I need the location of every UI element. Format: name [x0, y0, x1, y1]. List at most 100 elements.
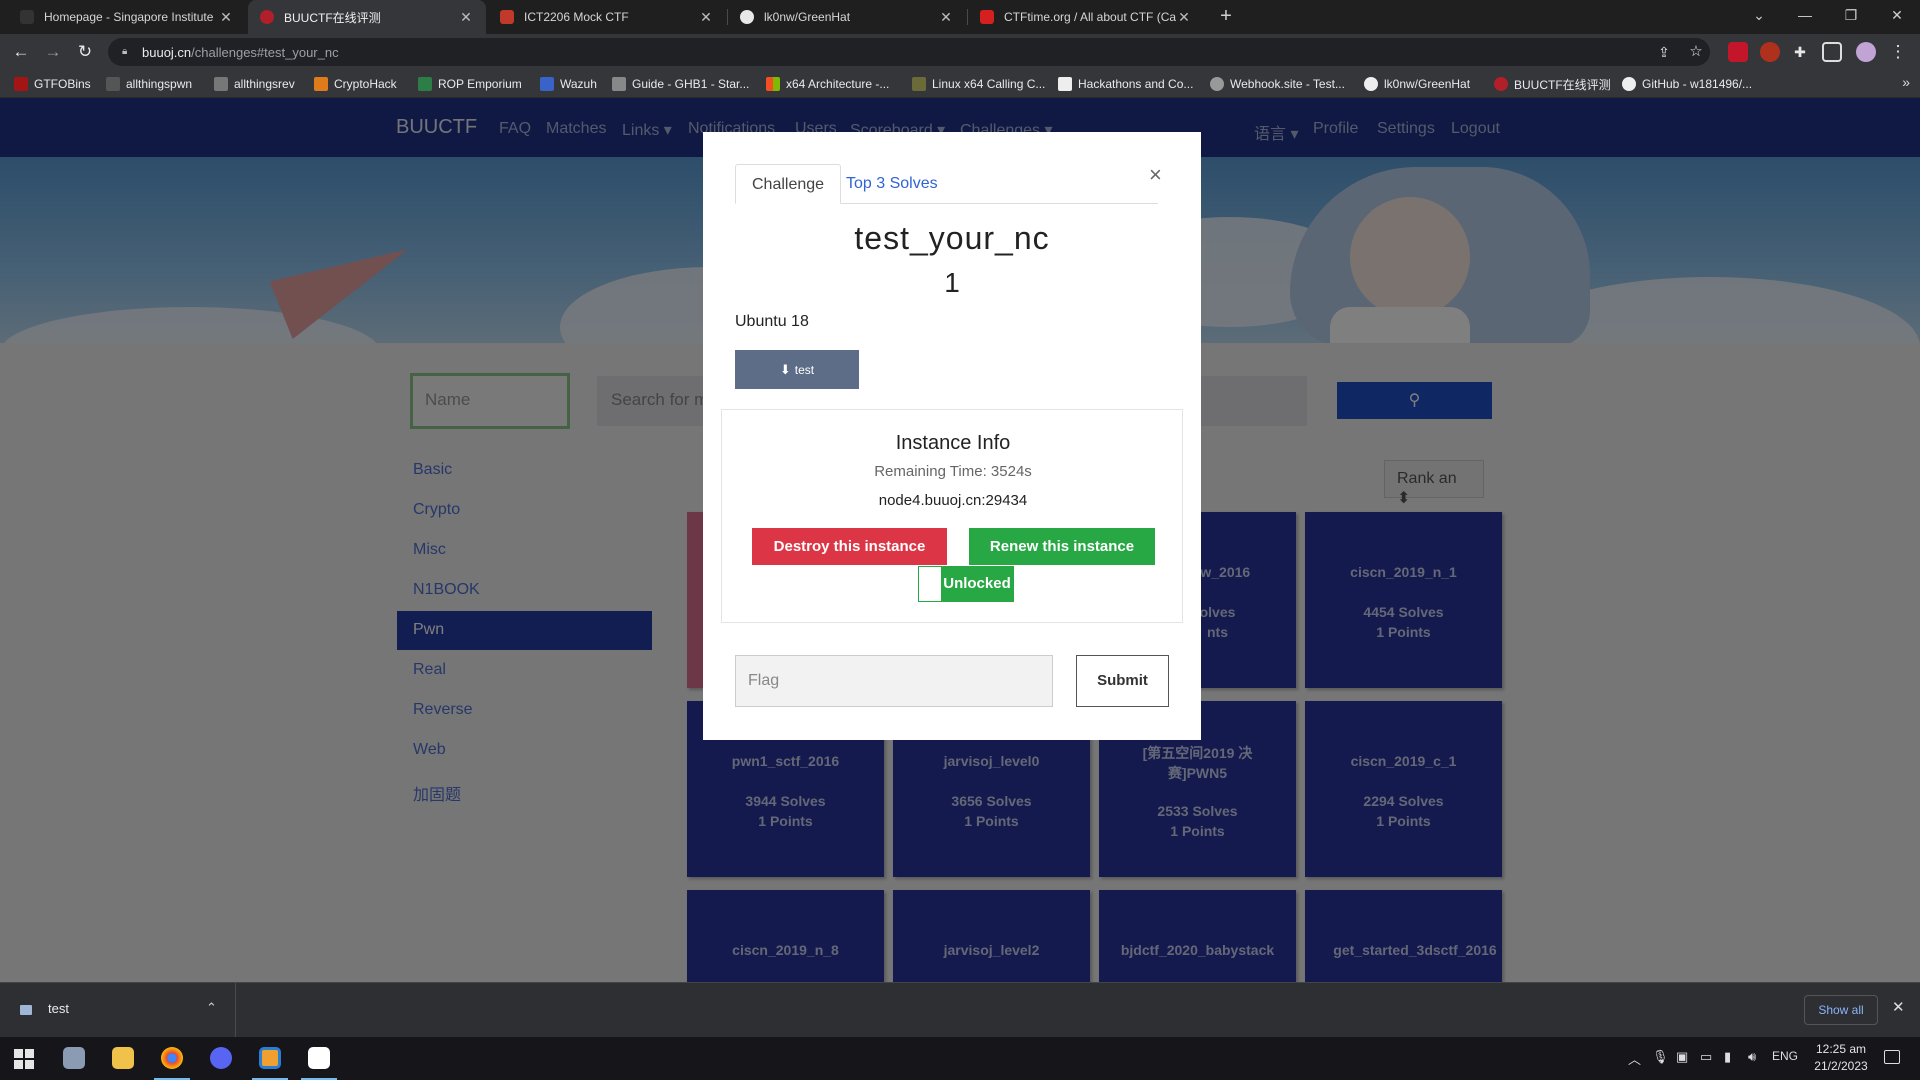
- download-icon: ⬇: [779, 362, 791, 377]
- modal-close-icon[interactable]: ×: [1149, 162, 1162, 188]
- bookmark-icon: [106, 77, 120, 91]
- forward-icon[interactable]: →: [41, 40, 65, 64]
- download-file-button[interactable]: ⬇ test: [735, 350, 859, 389]
- bookmark-item[interactable]: ROP Emporium: [418, 75, 522, 93]
- taskbar-app[interactable]: [99, 1037, 147, 1080]
- bookmark-label: Guide - GHB1 - Star...: [632, 77, 750, 91]
- display-icon[interactable]: ▭: [1700, 1049, 1712, 1065]
- toggle-knob: [919, 567, 941, 601]
- chevron-up-icon[interactable]: ⌃: [206, 1000, 217, 1016]
- share-icon[interactable]: ⇪: [1652, 40, 1676, 64]
- tab-label: lk0nw/GreenHat: [764, 10, 851, 24]
- renew-instance-button[interactable]: Renew this instance: [969, 528, 1155, 565]
- taskbar-clock[interactable]: 12:25 am 21/2/2023: [1806, 1041, 1876, 1075]
- bookmarks-bar: GTFOBins allthingspwn allthingsrev Crypt…: [0, 70, 1920, 98]
- browser-tab[interactable]: Homepage - Singapore Institute ✕: [8, 0, 246, 34]
- bookmark-icon: [540, 77, 554, 91]
- windows-start-icon[interactable]: [14, 1049, 34, 1069]
- challenge-description: Ubuntu 18: [735, 313, 809, 330]
- bookmark-item[interactable]: BUUCTF在线评测: [1494, 75, 1611, 93]
- bookmark-item[interactable]: lk0nw/GreenHat: [1364, 75, 1470, 93]
- minimize-icon[interactable]: —: [1782, 0, 1828, 34]
- taskbar-app[interactable]: [50, 1037, 98, 1080]
- close-icon[interactable]: ✕: [218, 9, 234, 26]
- volume-icon[interactable]: 🔊︎: [1748, 1049, 1756, 1065]
- menu-kebab-icon[interactable]: ⋮: [1886, 40, 1910, 64]
- bookmark-icon: [418, 77, 432, 91]
- browser-tab-active[interactable]: BUUCTF在线评测 ✕: [248, 0, 486, 34]
- bookmark-label: Wazuh: [560, 77, 597, 91]
- tab-top-solves[interactable]: Top 3 Solves: [830, 164, 954, 204]
- window-close-icon[interactable]: ✕: [1874, 0, 1920, 34]
- github-icon: [1364, 77, 1378, 91]
- bookmark-icon: [766, 77, 780, 91]
- bookmark-item[interactable]: GitHub - w181496/...: [1622, 75, 1752, 93]
- bookmark-item[interactable]: Hackathons and Co...: [1058, 75, 1193, 93]
- extension-icon[interactable]: [1760, 42, 1780, 62]
- show-all-downloads-button[interactable]: Show all: [1804, 995, 1878, 1025]
- close-icon[interactable]: ✕: [1176, 9, 1192, 26]
- bookmark-item[interactable]: GTFOBins: [14, 75, 91, 93]
- bookmark-label: Hackathons and Co...: [1078, 77, 1194, 91]
- microphone-icon[interactable]: 🎙︎: [1652, 1049, 1669, 1065]
- bookmark-icon: [314, 77, 328, 91]
- bookmark-item[interactable]: Webhook.site - Test...: [1210, 75, 1345, 93]
- destroy-instance-button[interactable]: Destroy this instance: [752, 528, 947, 565]
- bookmark-icon: [1494, 77, 1508, 91]
- taskbar-app[interactable]: [148, 1037, 196, 1080]
- browser-tab[interactable]: lk0nw/GreenHat ✕: [728, 0, 966, 34]
- browser-tab[interactable]: ICT2206 Mock CTF ✕: [488, 0, 726, 34]
- close-icon[interactable]: ✕: [698, 9, 714, 26]
- github-icon: [1622, 77, 1636, 91]
- unlocked-toggle[interactable]: Unlocked: [918, 566, 1014, 602]
- notification-center-icon[interactable]: [1884, 1050, 1900, 1064]
- tab-label: Homepage - Singapore Institute: [44, 10, 214, 24]
- side-panel-icon[interactable]: [1822, 42, 1842, 62]
- url-path: /challenges#test_your_nc: [191, 44, 339, 60]
- tab-search-icon[interactable]: ⌄: [1736, 0, 1782, 34]
- new-tab-icon[interactable]: +: [1214, 5, 1238, 29]
- bookmark-star-icon[interactable]: ☆: [1684, 40, 1708, 64]
- bookmark-item[interactable]: Linux x64 Calling C...: [912, 75, 1045, 93]
- close-icon[interactable]: ✕: [458, 9, 474, 26]
- close-shelf-icon[interactable]: ✕: [1892, 998, 1905, 1016]
- profile-avatar[interactable]: [1856, 42, 1876, 62]
- bookmark-label: GTFOBins: [34, 77, 91, 91]
- file-icon: [20, 1005, 32, 1015]
- submit-button[interactable]: Submit: [1076, 655, 1169, 707]
- challenge-value: 1: [944, 267, 960, 298]
- close-icon[interactable]: ✕: [938, 9, 954, 26]
- bookmark-icon: [912, 77, 926, 91]
- language-indicator[interactable]: ENG: [1772, 1049, 1798, 1063]
- tray-app-icon[interactable]: ▣: [1676, 1049, 1688, 1065]
- download-item[interactable]: test ⌃: [0, 983, 236, 1038]
- taskbar-app[interactable]: [246, 1037, 294, 1080]
- clock-time: 12:25 am: [1815, 1042, 1867, 1056]
- bookmark-item[interactable]: CryptoHack: [314, 75, 397, 93]
- bookmark-item[interactable]: allthingsrev: [214, 75, 295, 93]
- restore-icon[interactable]: ❐: [1828, 0, 1874, 34]
- extension-icon[interactable]: [1728, 42, 1748, 62]
- address-bar[interactable]: 🔒︎ buuoj.cn/challenges#test_your_nc: [108, 38, 1710, 66]
- back-icon[interactable]: ←: [9, 40, 33, 64]
- browser-tab[interactable]: CTFtime.org / All about CTF (Cap ✕: [968, 0, 1204, 34]
- battery-icon[interactable]: ▮: [1724, 1049, 1731, 1065]
- bookmark-item[interactable]: x64 Architecture -...: [766, 75, 889, 93]
- bookmark-icon: [214, 77, 228, 91]
- bookmark-item[interactable]: allthingspwn: [106, 75, 192, 93]
- bookmark-label: Webhook.site - Test...: [1230, 77, 1345, 91]
- extensions-puzzle-icon[interactable]: ✚: [1788, 40, 1812, 64]
- bookmarks-overflow-icon[interactable]: »: [1902, 74, 1910, 90]
- tab-challenge[interactable]: Challenge: [735, 164, 842, 204]
- taskbar-app[interactable]: [295, 1037, 343, 1080]
- flag-input[interactable]: Flag: [735, 655, 1053, 707]
- unlocked-label: Unlocked: [941, 567, 1013, 601]
- taskbar-app[interactable]: [197, 1037, 245, 1080]
- instance-host: node4.buuoj.cn:29434: [878, 492, 1028, 509]
- bookmark-item[interactable]: Wazuh: [540, 75, 597, 93]
- tray-overflow-icon[interactable]: ︿: [1628, 1049, 1641, 1068]
- bookmark-item[interactable]: Guide - GHB1 - Star...: [612, 75, 749, 93]
- challenge-title: test_your_nc: [854, 220, 1050, 256]
- bookmark-icon: [1058, 77, 1072, 91]
- reload-icon[interactable]: ↻: [73, 40, 97, 64]
